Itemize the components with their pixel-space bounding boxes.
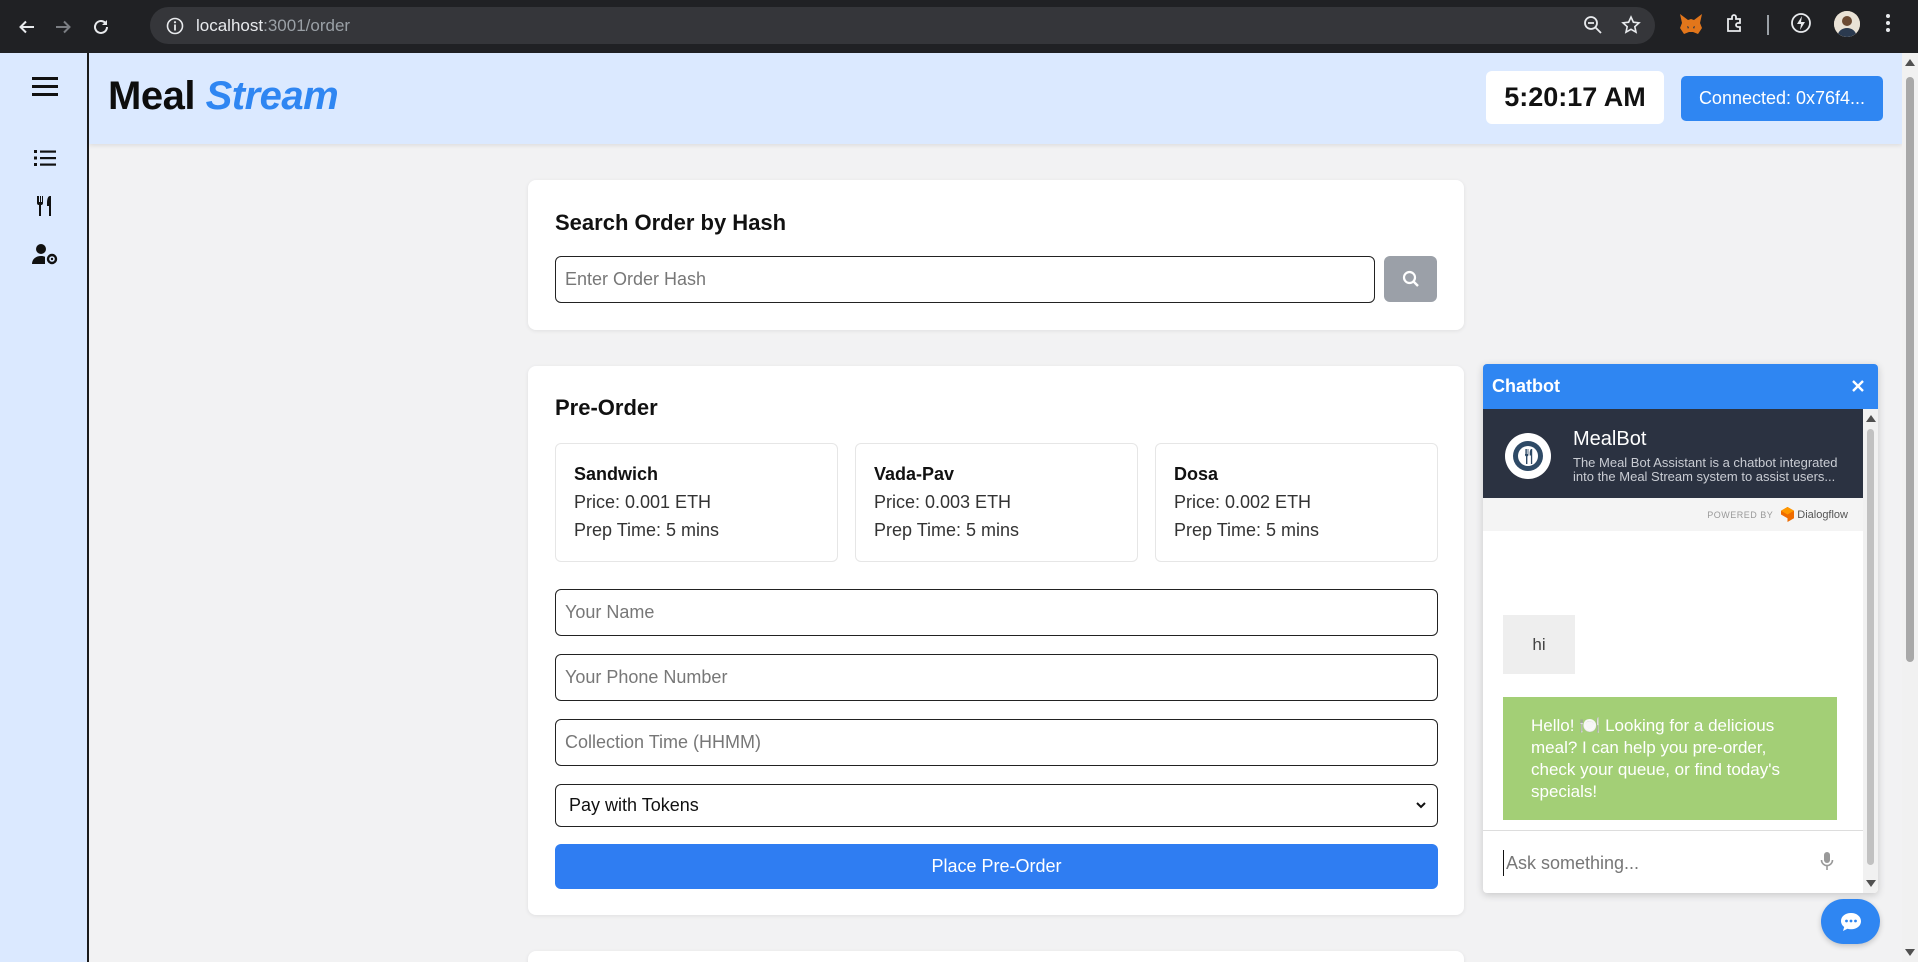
powered-by-bar: POWERED BY Dialogflow	[1483, 498, 1863, 531]
bot-message: Hello! 🍽️ Looking for a delicious meal? …	[1503, 697, 1837, 820]
app-logo[interactable]: Meal Stream	[108, 74, 339, 119]
microphone-icon[interactable]	[1820, 851, 1834, 876]
utensils-icon[interactable]	[30, 191, 60, 221]
chatbot-window: Chatbot MealBot The Meal Bot Assistant i…	[1483, 364, 1878, 893]
star-icon[interactable]	[1621, 15, 1641, 40]
menu-icon[interactable]	[30, 71, 60, 101]
preorder-card: Pre-Order Sandwich Price: 0.001 ETH Prep…	[528, 366, 1464, 915]
bot-logo-icon	[1513, 441, 1543, 471]
chat-scroll-thumb[interactable]	[1867, 429, 1874, 865]
bot-description: The Meal Bot Assistant is a chatbot inte…	[1573, 455, 1838, 484]
logo-text-meal: Meal	[108, 74, 195, 118]
url-host: localhost	[196, 15, 264, 35]
phone-field[interactable]: Your Phone Number	[555, 654, 1438, 701]
menu-item-name: Dosa	[1174, 464, 1219, 484]
bot-avatar	[1505, 433, 1551, 479]
wallet-connect-button[interactable]: Connected: 0x76f4...	[1681, 76, 1883, 121]
page-scrollbar[interactable]	[1902, 53, 1918, 962]
reload-icon[interactable]	[83, 9, 119, 45]
dialogflow-label: Dialogflow	[1797, 508, 1848, 521]
browser-toolbar: localhost:3001/order	[0, 0, 1918, 53]
menu-item-prep-time: Prep Time: 5 mins	[1174, 520, 1320, 540]
chat-divider	[1483, 830, 1863, 831]
chat-scroll-up-arrow[interactable]	[1866, 415, 1876, 422]
place-preorder-button[interactable]: Place Pre-Order	[555, 844, 1438, 889]
chat-bubble-icon	[1840, 912, 1861, 931]
close-icon[interactable]	[1847, 375, 1869, 397]
forward-icon[interactable]	[45, 9, 81, 45]
menu-item-sandwich[interactable]: Sandwich Price: 0.001 ETH Prep Time: 5 m…	[555, 443, 838, 562]
logo-text-stream: Stream	[205, 74, 339, 118]
scroll-up-arrow[interactable]	[1905, 59, 1915, 66]
menu-item-name: Sandwich	[574, 464, 659, 484]
order-hash-input[interactable]: Enter Order Hash	[555, 256, 1375, 303]
chevron-down-icon	[1416, 802, 1426, 809]
url-text[interactable]: localhost:3001/order	[196, 16, 350, 36]
payment-method-value: Pay with Tokens	[569, 795, 699, 815]
chatbot-title: Chatbot	[1492, 376, 1560, 396]
chat-message-input[interactable]: Ask something...	[1503, 850, 1803, 876]
address-bar[interactable]: localhost:3001/order	[150, 7, 1655, 44]
zoom-icon[interactable]	[1583, 15, 1603, 40]
chatbot-header: Chatbot	[1483, 364, 1878, 409]
menu-item-price: Price: 0.001 ETH	[574, 492, 712, 512]
search-card-title: Search Order by Hash	[555, 210, 787, 235]
menu-item-name: Vada-Pav	[874, 464, 955, 484]
url-path: :3001/order	[263, 15, 351, 35]
chat-scrollbar[interactable]	[1863, 409, 1878, 893]
toolbar-divider	[1767, 15, 1769, 35]
scroll-thumb[interactable]	[1906, 77, 1914, 662]
info-icon[interactable]	[160, 17, 190, 35]
next-card	[528, 951, 1464, 962]
menu-item-price: Price: 0.002 ETH	[1174, 492, 1312, 512]
menu-item-price: Price: 0.003 ETH	[874, 492, 1012, 512]
menu-item-dosa[interactable]: Dosa Price: 0.002 ETH Prep Time: 5 mins	[1155, 443, 1438, 562]
collection-time-field[interactable]: Collection Time (HHMM)	[555, 719, 1438, 766]
bolt-icon[interactable]	[1790, 12, 1812, 39]
preorder-card-title: Pre-Order	[555, 395, 658, 420]
bot-info-bar: MealBot The Meal Bot Assistant is a chat…	[1483, 409, 1863, 498]
extensions-icon[interactable]	[1724, 12, 1746, 39]
chat-toggle-button[interactable]	[1821, 899, 1880, 944]
app-header: Meal Stream 5:20:17 AM Connected: 0x76f4…	[89, 53, 1902, 144]
sidebar	[0, 53, 89, 962]
name-field[interactable]: Your Name	[555, 589, 1438, 636]
search-order-card: Search Order by Hash Enter Order Hash	[528, 180, 1464, 330]
powered-by-label: POWERED BY	[1707, 509, 1774, 520]
menu-item-prep-time: Prep Time: 5 mins	[874, 520, 1020, 540]
back-icon[interactable]	[9, 9, 45, 45]
user-settings-icon[interactable]	[30, 239, 60, 269]
menu-item-prep-time: Prep Time: 5 mins	[574, 520, 720, 540]
profile-avatar[interactable]	[1834, 11, 1860, 37]
clock-display: 5:20:17 AM	[1486, 71, 1664, 124]
scroll-down-arrow[interactable]	[1905, 949, 1915, 956]
menu-item-vada-pav[interactable]: Vada-Pav Price: 0.003 ETH Prep Time: 5 m…	[855, 443, 1138, 562]
more-icon[interactable]	[1885, 12, 1891, 39]
payment-method-select[interactable]: Pay with Tokens	[555, 784, 1438, 827]
search-button[interactable]	[1384, 256, 1437, 302]
list-icon[interactable]	[30, 143, 60, 173]
metamask-icon[interactable]	[1678, 12, 1704, 41]
search-icon	[1402, 270, 1419, 287]
dialogflow-icon	[1781, 507, 1795, 522]
chat-scroll-down-arrow[interactable]	[1866, 880, 1876, 887]
bot-name: MealBot	[1573, 428, 1647, 450]
user-message: hi	[1503, 615, 1575, 674]
